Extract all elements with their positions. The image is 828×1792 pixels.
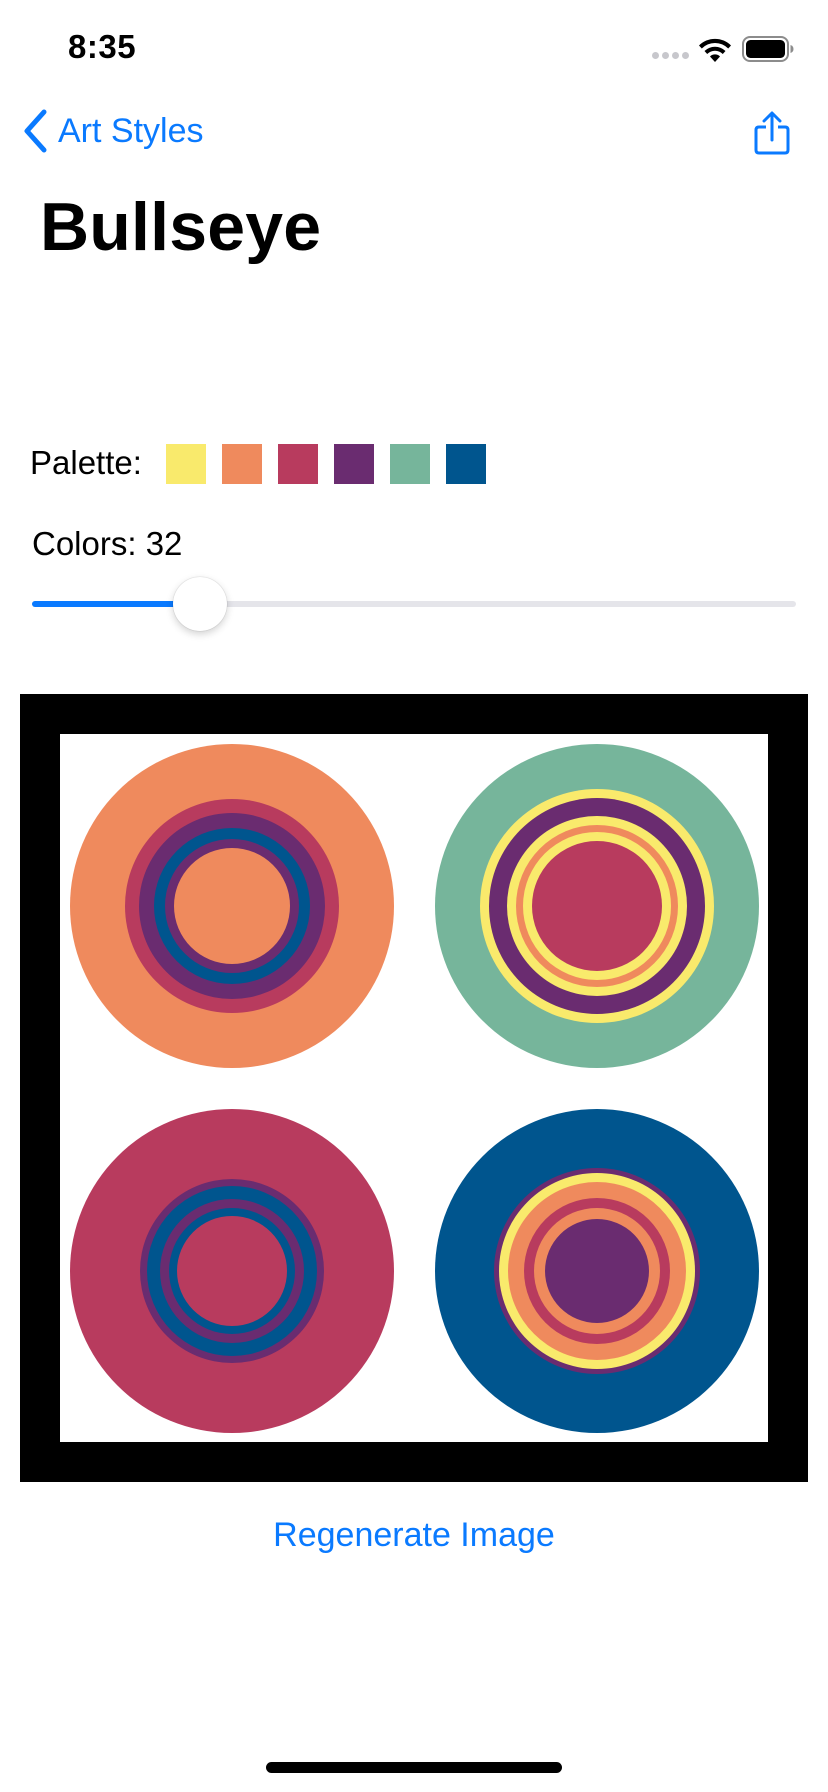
palette-swatch-1 <box>166 444 206 484</box>
bullseye-artwork <box>70 744 759 1433</box>
chevron-left-icon <box>24 109 47 153</box>
palette-swatch-2 <box>222 444 262 484</box>
bullseye-2 <box>435 744 759 1068</box>
back-button-label: Art Styles <box>58 111 204 150</box>
palette-swatch-6 <box>446 444 486 484</box>
artwork-canvas <box>60 734 768 1442</box>
bullseye-1-ring-6 <box>174 848 290 964</box>
back-button[interactable]: Art Styles <box>20 106 203 156</box>
bullseye-2-ring-7 <box>532 841 662 971</box>
palette-label: Palette: <box>30 444 142 481</box>
page-title: Bullseye <box>40 189 322 265</box>
cellular-signal-icon <box>652 48 690 62</box>
home-indicator <box>266 1762 562 1773</box>
palette-swatch-4 <box>334 444 374 484</box>
share-icon[interactable] <box>752 110 792 156</box>
palette-swatch-3 <box>278 444 318 484</box>
bullseye-4 <box>435 1109 759 1433</box>
battery-icon <box>742 36 794 62</box>
regenerate-image-button[interactable]: Regenerate Image <box>0 1516 828 1555</box>
bullseye-1 <box>70 744 394 1068</box>
palette-swatch-5 <box>390 444 430 484</box>
bullseye-3 <box>70 1109 394 1433</box>
bullseye-3-ring-6 <box>177 1216 287 1326</box>
wifi-icon <box>699 38 731 62</box>
colors-count-label: Colors: 32 <box>32 525 183 562</box>
status-time: 8:35 <box>68 28 137 65</box>
bullseye-4-ring-7 <box>545 1219 649 1323</box>
colors-slider-thumb[interactable] <box>173 577 228 631</box>
